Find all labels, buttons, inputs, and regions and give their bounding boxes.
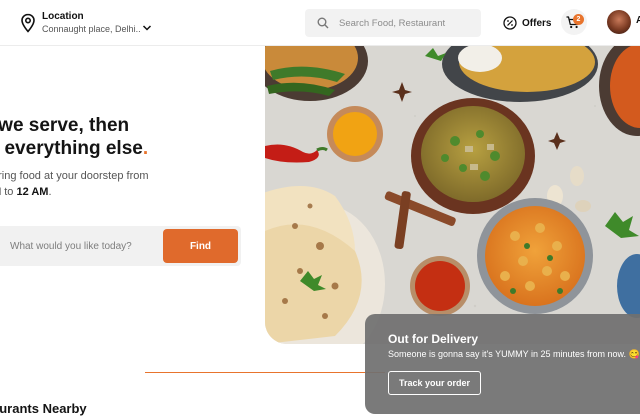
- hero-time-to-word: to: [1, 186, 17, 198]
- search-icon: [317, 17, 329, 29]
- location-value[interactable]: Connaught place, Delhi..: [42, 24, 141, 34]
- food-hero-image: [265, 46, 640, 344]
- hero-subtitle-line-2: M to 12 AM.: [0, 184, 149, 200]
- hero-title-line-2: do everything else.: [0, 137, 148, 160]
- delivery-toast: Out for Delivery Someone is gonna say it…: [365, 314, 640, 414]
- find-button[interactable]: Find: [163, 229, 238, 263]
- top-header: Location Connaught place, Delhi.. Offers…: [0, 0, 640, 46]
- offers-link[interactable]: Offers: [503, 13, 551, 33]
- cart-button[interactable]: 2: [561, 9, 587, 35]
- hero-title-line-1: st we serve, then: [0, 115, 130, 136]
- hero-subtitle-line-1: ering food at your doorstep from: [0, 170, 149, 182]
- hero-title-line-2-text: do everything else: [0, 138, 143, 159]
- hero-subtitle-end: .: [48, 186, 52, 198]
- offers-percent-icon: [503, 16, 517, 30]
- restaurants-nearby-heading: aurants Nearby: [0, 401, 87, 416]
- offers-label: Offers: [522, 17, 552, 29]
- hero-title-dot: .: [142, 138, 149, 159]
- search-bar[interactable]: [305, 9, 481, 37]
- location-pin-icon[interactable]: [20, 13, 36, 33]
- hero-title: st we serve, then do everything else.: [0, 114, 148, 160]
- location-title: Location: [42, 11, 84, 22]
- search-input[interactable]: [339, 9, 477, 37]
- hero-time-to: 12 AM: [16, 186, 49, 198]
- toast-message: Someone is gonna say it's YUMMY in 25 mi…: [388, 349, 640, 359]
- chevron-down-icon[interactable]: [142, 24, 152, 32]
- track-order-button[interactable]: Track your order: [388, 371, 481, 395]
- section-divider: [145, 372, 385, 373]
- user-name[interactable]: A: [636, 15, 640, 26]
- hero-subtitle: ering food at your doorstep from M to 12…: [0, 168, 149, 200]
- avatar[interactable]: [607, 10, 631, 34]
- find-input[interactable]: [10, 226, 150, 266]
- cart-count-badge: 2: [573, 14, 584, 25]
- toast-title: Out for Delivery: [388, 332, 479, 346]
